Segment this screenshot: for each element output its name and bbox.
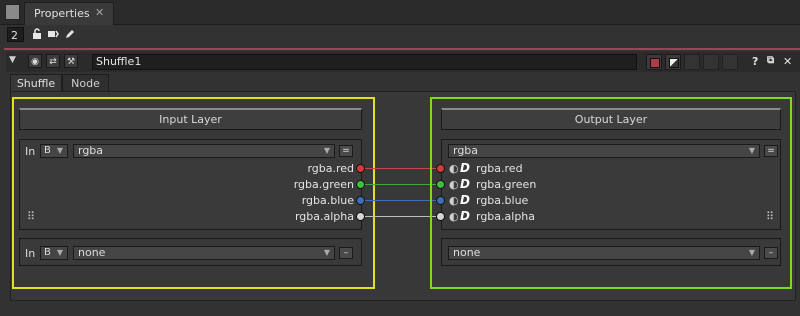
output-layer2-dropdown[interactable]: none ▼ <box>448 246 760 260</box>
input-b2-value: B <box>44 247 51 258</box>
wire-alpha <box>365 216 438 217</box>
input-layer2-dropdown[interactable]: none ▼ <box>73 246 335 260</box>
input-channel-red-label: rgba.red <box>307 162 354 175</box>
close-icon[interactable]: ✕ <box>95 6 104 19</box>
wire-red <box>365 168 438 169</box>
tab-node[interactable]: Node <box>62 74 109 91</box>
invert-icon[interactable]: ◐ <box>449 162 459 175</box>
collapse-icon[interactable]: ▼ <box>9 55 16 65</box>
node-color-button[interactable] <box>646 54 662 70</box>
panel-icon[interactable] <box>5 4 20 20</box>
dash-icon: – <box>768 248 774 258</box>
chevron-down-icon: ▼ <box>56 146 63 155</box>
output-layer-menu-button[interactable]: = <box>764 145 778 157</box>
input-b2-dropdown[interactable]: B ▼ <box>40 246 68 260</box>
wire-green <box>365 184 438 185</box>
pencil-icon[interactable] <box>63 28 77 42</box>
tab-properties[interactable]: Properties ✕ <box>24 2 114 25</box>
output-green-socket[interactable] <box>436 180 445 189</box>
input-b-dropdown[interactable]: B ▼ <box>40 144 68 158</box>
max-panels-field[interactable]: 2 <box>7 27 24 42</box>
output-channel-green-label: rgba.green <box>476 178 537 191</box>
float-icon[interactable]: ⧉ <box>767 55 774 66</box>
output-layer-value: rgba <box>453 144 479 157</box>
chevron-down-icon: ▼ <box>56 248 63 257</box>
chevron-down-icon: ▼ <box>323 248 330 257</box>
input-blue-socket[interactable] <box>356 196 365 205</box>
input-channel-green-label: rgba.green <box>293 178 354 191</box>
node-icon[interactable]: ◉ <box>28 54 42 68</box>
grip-icon[interactable]: ⠿ <box>766 210 774 223</box>
tab-shuffle[interactable]: Shuffle <box>10 74 62 91</box>
grip-icon[interactable]: ⠿ <box>27 210 35 223</box>
dash-icon: – <box>343 248 349 258</box>
invert-icon[interactable]: D <box>460 161 470 175</box>
output-blue-socket[interactable] <box>436 196 445 205</box>
output-layer-header: Output Layer <box>441 108 781 130</box>
node-name-field[interactable]: Shuffle1 <box>92 54 637 70</box>
input-b-value: B <box>44 145 51 156</box>
invert-icon[interactable]: D <box>460 193 470 207</box>
shuffle-node-icon[interactable]: ⇄ <box>46 54 60 68</box>
output-channel-blue-label: rgba.blue <box>476 194 529 207</box>
panel-tab-strip <box>0 0 800 25</box>
lock-icon[interactable] <box>30 28 44 42</box>
output-alpha-socket[interactable] <box>436 212 445 221</box>
input-green-socket[interactable] <box>356 180 365 189</box>
input-layer-dropdown[interactable]: rgba ▼ <box>73 144 335 158</box>
input-layer2-value: none <box>78 246 106 259</box>
input-in2-label: In <box>25 247 36 260</box>
help-icon[interactable]: ? <box>752 55 758 68</box>
output-red-socket[interactable] <box>436 164 445 173</box>
invert-icon[interactable]: D <box>460 209 470 223</box>
invert-icon[interactable]: ◐ <box>449 210 459 223</box>
input-channel-blue-label: rgba.blue <box>301 194 354 207</box>
chevron-down-icon: ▼ <box>748 146 755 155</box>
undo-button[interactable] <box>684 54 700 70</box>
redo-button[interactable] <box>703 54 719 70</box>
invert-icon[interactable]: ◐ <box>449 178 459 191</box>
input-channel-alpha-label: rgba.alpha <box>294 210 354 223</box>
output-layer2-value: none <box>453 246 481 259</box>
node-color2-button[interactable] <box>665 54 681 70</box>
tab-properties-label: Properties <box>34 7 90 20</box>
close-panel-icon[interactable]: ✕ <box>783 55 792 68</box>
input-alpha-socket[interactable] <box>356 212 365 221</box>
panel-divider <box>4 48 800 50</box>
output-layer-dropdown[interactable]: rgba ▼ <box>448 144 760 158</box>
input-in-label: In <box>25 145 36 158</box>
output-layer2-menu-button[interactable]: – <box>764 247 778 259</box>
chevron-down-icon: ▼ <box>323 146 330 155</box>
invert-icon[interactable]: D <box>460 177 470 191</box>
output-channel-red-label: rgba.red <box>476 162 523 175</box>
output-channel-alpha-label: rgba.alpha <box>476 210 536 223</box>
wrench-icon[interactable]: ⚒ <box>64 54 78 68</box>
wire-blue <box>365 200 438 201</box>
chevron-down-icon: ▼ <box>748 248 755 257</box>
revert-button[interactable] <box>722 54 738 70</box>
input-layer-value: rgba <box>78 144 104 157</box>
input-red-socket[interactable] <box>356 164 365 173</box>
input-layer2-menu-button[interactable]: – <box>339 247 353 259</box>
input-layer-header: Input Layer <box>19 108 362 130</box>
clear-icon[interactable] <box>46 28 60 42</box>
invert-icon[interactable]: ◐ <box>449 194 459 207</box>
input-layer-menu-button[interactable]: = <box>339 145 353 157</box>
